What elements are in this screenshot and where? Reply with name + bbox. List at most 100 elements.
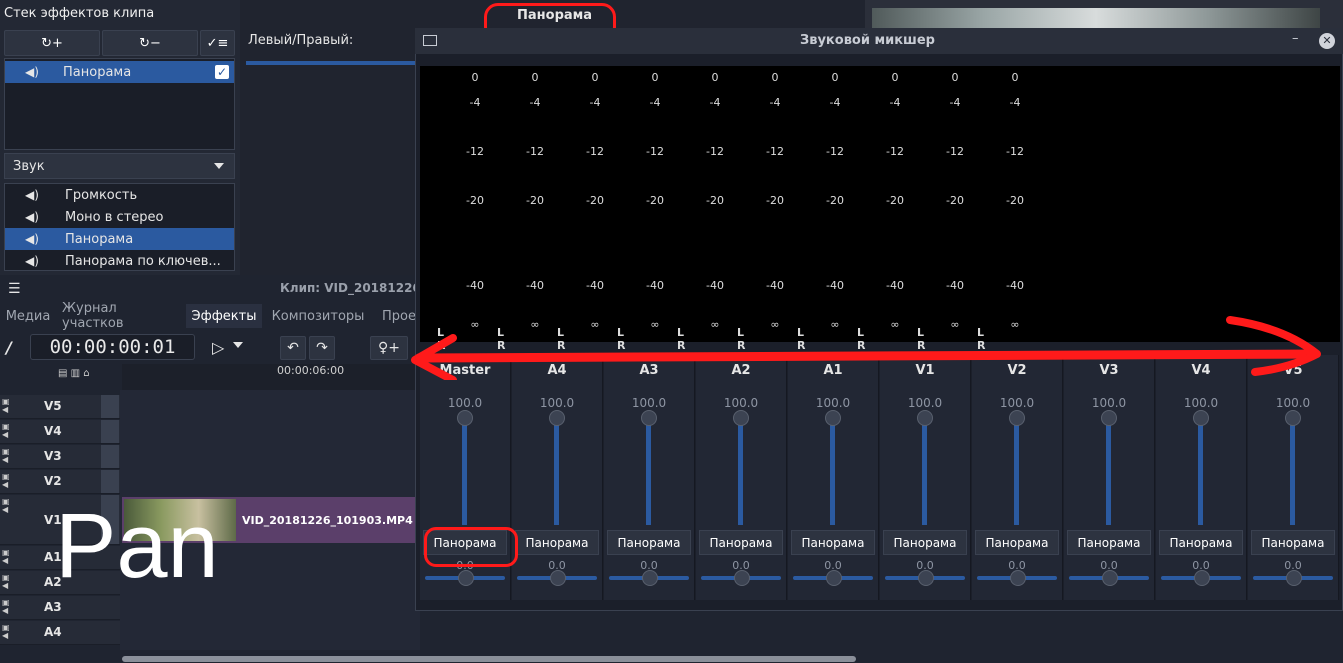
pan-slider-handle[interactable] — [1286, 570, 1302, 586]
tab-effects[interactable]: Эффекты — [186, 304, 262, 328]
pan-button[interactable]: Панорама — [883, 530, 967, 555]
pan-button[interactable]: Панорама — [607, 530, 691, 555]
meter-scale-label: -12 — [946, 145, 964, 158]
channel-volume-value: 100.0 — [999, 396, 1035, 410]
volume-fader[interactable] — [922, 425, 927, 525]
meter-scale-label: -12 — [526, 145, 544, 158]
volume-fader-handle[interactable] — [641, 410, 657, 426]
volume-fader-handle[interactable] — [457, 410, 473, 426]
list-item[interactable]: ◀) Громкость — [5, 184, 234, 206]
pan-button[interactable]: Панорама — [1159, 530, 1243, 555]
volume-fader-handle[interactable] — [1009, 410, 1025, 426]
volume-fader-handle[interactable] — [1101, 410, 1117, 426]
volume-fader[interactable] — [554, 425, 559, 525]
pan-button[interactable]: Панорама — [791, 530, 875, 555]
effect-category-select[interactable]: Звук — [4, 153, 235, 179]
annotation-arrow — [411, 316, 1321, 380]
pan-slider-handle[interactable] — [826, 570, 842, 586]
tab-media[interactable]: Медиа — [0, 304, 56, 328]
pan-button[interactable]: Панорама — [699, 530, 783, 555]
chevron-down-icon — [214, 163, 224, 169]
meter-scale-label: -40 — [586, 279, 604, 292]
meter-scale-label: -12 — [466, 145, 484, 158]
volume-fader[interactable] — [738, 425, 743, 525]
meter-scale-label: -40 — [826, 279, 844, 292]
stack-item-label: Панорама — [63, 64, 132, 80]
pan-button[interactable]: Панорама — [1067, 530, 1151, 555]
volume-fader-handle[interactable] — [733, 410, 749, 426]
close-icon[interactable]: ✕ — [1319, 33, 1335, 49]
meter-scale-label: -20 — [586, 194, 604, 207]
volume-fader-handle[interactable] — [1285, 410, 1301, 426]
meter-scale-label: 0 — [711, 71, 719, 84]
volume-fader[interactable] — [646, 425, 651, 525]
left-right-slider[interactable] — [246, 61, 416, 65]
track-header[interactable]: ▣ ◀ A4 — [0, 621, 120, 645]
meter-scale-label: -20 — [1006, 194, 1024, 207]
mixer-channel-a4: A4 100.0 Панорама 0.0 — [512, 355, 603, 600]
volume-fader[interactable] — [1106, 425, 1111, 525]
volume-fader[interactable] — [1290, 425, 1295, 525]
volume-fader[interactable] — [462, 425, 467, 525]
minimize-icon[interactable]: – — [1292, 31, 1299, 46]
remove-effect-button[interactable]: ↻− — [102, 30, 198, 56]
pan-button[interactable]: Панорама — [515, 530, 599, 555]
volume-fader[interactable] — [830, 425, 835, 525]
add-effect-button[interactable]: ↻+ — [4, 30, 100, 56]
meter-scale-label: -40 — [946, 279, 964, 292]
window-icon — [423, 35, 437, 46]
meter-scale-label: -20 — [706, 194, 724, 207]
effect-enabled-checkbox[interactable]: ✓ — [215, 65, 229, 79]
track-header[interactable]: ▣ ◀ V4 — [0, 420, 120, 444]
volume-fader-handle[interactable] — [549, 410, 565, 426]
meter-scale-label: 0 — [651, 71, 659, 84]
volume-fader-handle[interactable] — [1193, 410, 1209, 426]
pan-slider-handle[interactable] — [1010, 570, 1026, 586]
pan-slider-handle[interactable] — [734, 570, 750, 586]
timeline-ruler[interactable] — [122, 364, 422, 390]
effect-stack-title: Стек эффектов клипа — [4, 6, 155, 21]
track-header[interactable]: ▣ ◀ V2 — [0, 470, 120, 494]
redo-icon[interactable]: ↷ — [309, 336, 335, 360]
list-item[interactable]: ◀) Моно в стерео — [5, 206, 234, 228]
list-item[interactable]: ◀) Панорама по ключев... — [5, 250, 234, 272]
meter-scale-label: -4 — [529, 96, 541, 109]
meter-scale-label: -20 — [526, 194, 544, 207]
timeline-tool-icon[interactable]: / — [6, 338, 12, 357]
mixer-channel-v1: V1 100.0 Панорама 0.0 — [880, 355, 971, 600]
pan-slider-handle[interactable] — [550, 570, 566, 586]
pan-button[interactable]: Панорама — [1251, 530, 1335, 555]
volume-fader[interactable] — [1198, 425, 1203, 525]
ruler-label: 00:00:06:00 — [277, 364, 345, 377]
chevron-down-icon[interactable] — [233, 342, 243, 348]
meter-scale-label: -12 — [1006, 145, 1024, 158]
volume-fader[interactable] — [1014, 425, 1019, 525]
meter-scale-label: 0 — [891, 71, 899, 84]
list-item[interactable]: ◀) Панорама — [5, 228, 234, 250]
add-marker-icon[interactable]: ♀+ — [370, 336, 408, 360]
track-tools-icon[interactable]: ▤ ▥ ⌂ — [58, 368, 90, 379]
toggle-effects-icon[interactable]: ✓≡ — [200, 30, 235, 56]
track-header[interactable]: ▣ ◀ A3 — [0, 596, 120, 620]
stack-item-panorama[interactable]: ◀) Панорама ✓ — [5, 61, 234, 83]
track-header[interactable]: ▣ ◀ V3 — [0, 445, 120, 469]
meter-scale-label: -4 — [649, 96, 661, 109]
effect-stack-list: ◀) Панорама ✓ — [4, 58, 235, 150]
timecode-display[interactable]: 00:00:00:01 — [30, 334, 195, 360]
tab-compositions[interactable]: Композиторы — [266, 304, 370, 328]
volume-fader-handle[interactable] — [825, 410, 841, 426]
horizontal-scrollbar[interactable] — [122, 656, 856, 662]
volume-fader-handle[interactable] — [917, 410, 933, 426]
pan-slider-handle[interactable] — [458, 570, 474, 586]
pan-slider-handle[interactable] — [1102, 570, 1118, 586]
menu-icon[interactable]: ☰ — [8, 281, 21, 297]
undo-icon[interactable]: ↶ — [280, 336, 306, 360]
tab-clip-log[interactable]: Журнал участков — [62, 301, 182, 331]
track-header[interactable]: ▣ ◀ V5 — [0, 395, 120, 419]
cursor-tool-icon[interactable]: ▷ — [212, 338, 224, 357]
channel-volume-value: 100.0 — [907, 396, 943, 410]
pan-slider-handle[interactable] — [918, 570, 934, 586]
pan-slider-handle[interactable] — [642, 570, 658, 586]
pan-slider-handle[interactable] — [1194, 570, 1210, 586]
pan-button[interactable]: Панорама — [975, 530, 1059, 555]
